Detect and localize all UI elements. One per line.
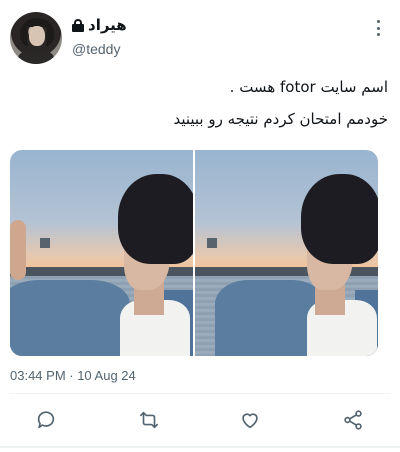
tweet-text-line-1: اسم سایت fotor هست . (229, 78, 388, 96)
bottom-border (0, 446, 400, 448)
retweet-icon (139, 411, 159, 429)
display-name[interactable]: هیراد (88, 16, 127, 34)
retweet-button[interactable] (137, 408, 161, 432)
avatar-face (29, 26, 45, 46)
avatar-body (18, 50, 54, 64)
divider (10, 393, 390, 394)
reply-button[interactable] (34, 408, 58, 432)
media-image-2[interactable] (195, 150, 378, 356)
share-button[interactable] (341, 408, 365, 432)
media-image-1[interactable] (10, 150, 193, 356)
more-options-icon[interactable] (370, 18, 386, 38)
reply-icon (37, 411, 55, 429)
tweet-timestamp[interactable]: 03:44 PM · 10 Aug 24 (10, 368, 136, 383)
lock-icon (72, 18, 84, 32)
action-bar (0, 404, 400, 436)
user-handle[interactable]: @teddy (72, 41, 120, 57)
tweet-text-line-2: خودمم امتحان کردم نتیجه رو ببینید (173, 110, 388, 128)
tweet-media[interactable] (10, 150, 378, 356)
name-row[interactable]: هیراد (72, 16, 127, 34)
like-button[interactable] (238, 408, 262, 432)
avatar[interactable] (10, 12, 62, 64)
tweet-header: هیراد @teddy (10, 8, 390, 66)
share-icon (344, 410, 362, 430)
like-icon (242, 413, 258, 429)
